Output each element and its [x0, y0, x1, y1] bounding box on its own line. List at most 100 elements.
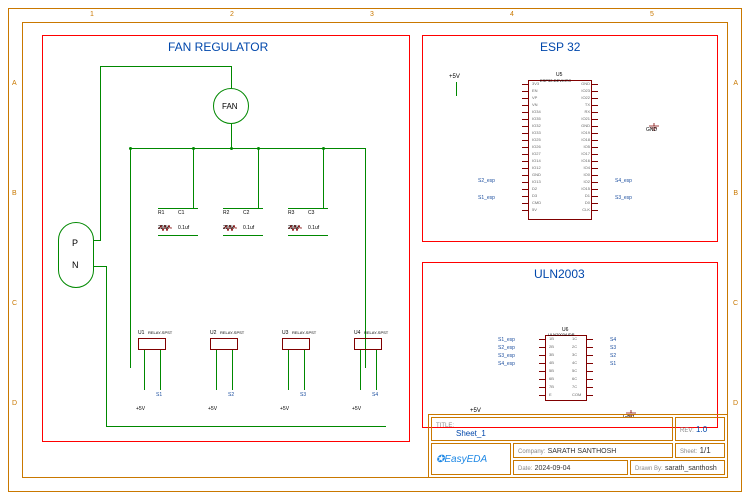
pin	[592, 98, 598, 99]
relay	[210, 338, 238, 350]
pin	[522, 91, 528, 92]
pin	[592, 126, 598, 127]
relay-sw: S3	[300, 392, 306, 398]
pin-label: 3C	[572, 352, 577, 357]
relay-ref: U3	[282, 330, 288, 336]
pin-label: 1C	[572, 336, 577, 341]
relay-type: RELAY-SPST	[292, 330, 316, 335]
pin	[522, 112, 528, 113]
wire	[193, 148, 194, 208]
pin-label: IO27	[532, 151, 541, 156]
junction	[129, 147, 132, 150]
wire	[100, 66, 101, 241]
ruler-row: C	[12, 300, 17, 307]
pin-label: IO18	[570, 137, 590, 142]
pin-label: 2B	[549, 344, 554, 349]
date-val: 2024-09-04	[535, 465, 571, 472]
net-in: S3_esp	[498, 353, 515, 359]
ruler-col: 2	[230, 11, 234, 18]
pin	[587, 347, 593, 348]
pin-label: COM	[572, 392, 581, 397]
pin-label: GND	[532, 172, 541, 177]
pin-label: EN	[532, 88, 538, 93]
net-out: S2	[610, 353, 616, 359]
pin-label: IO4	[570, 165, 590, 170]
pin	[539, 379, 545, 380]
wire	[304, 350, 305, 390]
net-in: S1_esp	[498, 337, 515, 343]
pin	[592, 168, 598, 169]
sheet-val: 1/1	[700, 446, 711, 455]
pn-connector	[58, 222, 94, 288]
pwr-5v: +5V	[280, 406, 289, 412]
relay-type: RELAY-SPST	[220, 330, 244, 335]
easyeda-logo: ✪EasyEDA	[436, 454, 487, 465]
pin	[592, 161, 598, 162]
c-val: 0.1uf	[243, 225, 254, 231]
wire	[231, 66, 232, 88]
pin-label: 6B	[549, 376, 554, 381]
pin-label: D2	[532, 186, 537, 191]
net-s2esp: S2_esp	[478, 178, 495, 184]
wire	[360, 350, 361, 390]
company-lbl: Company:	[518, 449, 545, 455]
net-out: S4	[610, 337, 616, 343]
pin	[522, 133, 528, 134]
net-out: S1	[610, 361, 616, 367]
relay	[282, 338, 310, 350]
pin	[587, 371, 593, 372]
pin	[592, 189, 598, 190]
pin	[522, 182, 528, 183]
pin	[522, 175, 528, 176]
pin-label: GND	[570, 123, 590, 128]
pin	[539, 355, 545, 356]
pin-label: IO0	[570, 172, 590, 177]
pin	[592, 203, 598, 204]
pin	[592, 112, 598, 113]
pin	[592, 133, 598, 134]
ruler-row: D	[733, 400, 738, 407]
title-val: Sheet_1	[456, 429, 486, 438]
ruler-row: B	[733, 190, 738, 197]
wire	[94, 266, 106, 267]
pin	[539, 371, 545, 372]
pin	[587, 355, 593, 356]
relay	[354, 338, 382, 350]
pin-label: IO5	[570, 144, 590, 149]
relay-ref: U1	[138, 330, 144, 336]
pin-label: 7C	[572, 384, 577, 389]
r-ref: R3	[288, 210, 294, 216]
pin	[539, 339, 545, 340]
pin	[592, 175, 598, 176]
wire	[376, 350, 377, 390]
pin-label: E	[549, 392, 552, 397]
ruler-row: A	[12, 80, 17, 87]
pin	[522, 147, 528, 148]
ruler-row: C	[733, 300, 738, 307]
uln-title: ULN2003	[534, 267, 585, 281]
pin-label: IO13	[532, 179, 541, 184]
pin-label: D3	[532, 193, 537, 198]
pin-label: 4C	[572, 360, 577, 365]
pin	[587, 379, 593, 380]
esp32-title: ESP 32	[540, 40, 580, 54]
ruler-row: D	[12, 400, 17, 407]
resistor	[288, 218, 302, 224]
wire	[130, 148, 365, 149]
fan-label: FAN	[222, 102, 238, 111]
pin-label: IO16	[570, 158, 590, 163]
pin	[587, 339, 593, 340]
pin	[592, 182, 598, 183]
pin	[539, 363, 545, 364]
pin	[522, 126, 528, 127]
pin-label: IO22	[570, 95, 590, 100]
wire	[231, 124, 232, 148]
wire	[158, 208, 198, 209]
pin	[539, 347, 545, 348]
relay-ref: U4	[354, 330, 360, 336]
gnd-icon	[625, 405, 637, 413]
pin-label: IO15	[570, 186, 590, 191]
net-out: S3	[610, 345, 616, 351]
wire	[100, 66, 231, 67]
pin	[587, 395, 593, 396]
